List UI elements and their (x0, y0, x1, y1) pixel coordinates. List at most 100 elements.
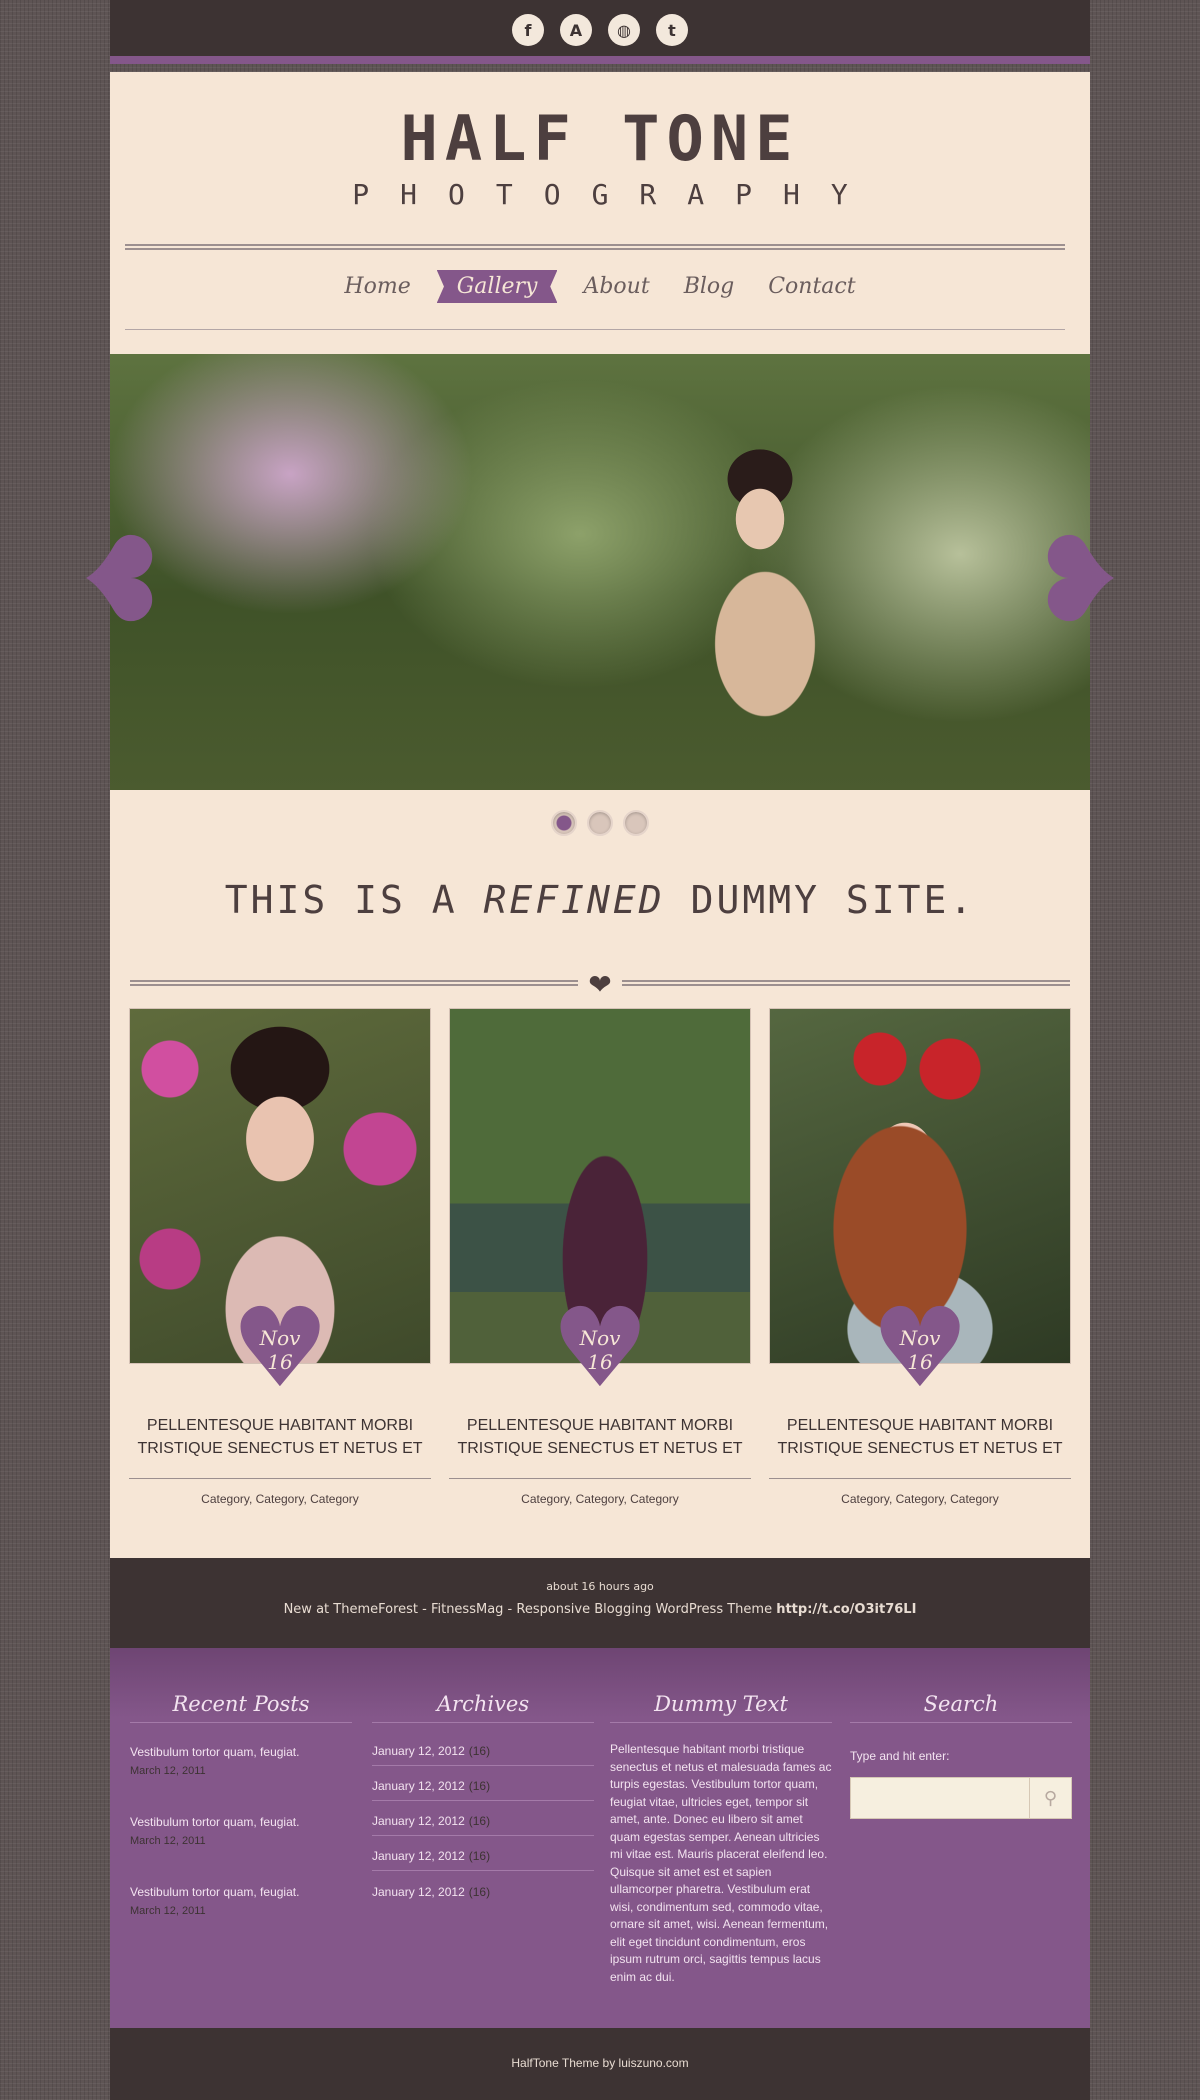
facebook-icon[interactable]: f (512, 14, 544, 46)
dribbble-icon[interactable]: ◍ (608, 14, 640, 46)
recent-post-item: Vestibulum tortor quam, feugiat. March 1… (130, 1885, 352, 1917)
archive-count: (16) (468, 1814, 491, 1828)
post-card: ♥ Nov 16 PELLENTESQUE HABITANT MORBI TRIS… (769, 1008, 1071, 1518)
widget-recent-posts: Recent Posts Vestibulum tortor quam, feu… (130, 1692, 352, 1917)
widget-title: Recent Posts (130, 1692, 352, 1723)
widget-dummy-text: Dummy Text Pellentesque habitant morbi t… (610, 1692, 832, 1986)
archive-date[interactable]: January 12, 2012 (372, 1814, 465, 1828)
social-links: f A ◍ t (110, 14, 1090, 46)
footer-widgets: Recent Posts Vestibulum tortor quam, feu… (110, 1648, 1090, 2028)
slider-dot-2[interactable] (587, 810, 613, 836)
tagline-after: DUMMY SITE. (664, 878, 976, 922)
post-title[interactable]: PELLENTESQUE HABITANT MORBI TRISTIQUE SE… (449, 1414, 751, 1460)
recent-post-date: March 12, 2011 (130, 1765, 206, 1777)
section-divider: ❤ (130, 968, 1070, 1001)
tweet-link[interactable]: http://t.co/O3it76LI (776, 1602, 916, 1617)
recent-post-title[interactable]: Vestibulum tortor quam, feugiat. (130, 1885, 352, 1899)
site-header: HALF TONE PHOTOGRAPHY Home Gallery About… (110, 72, 1090, 354)
recent-post-date: March 12, 2011 (130, 1835, 206, 1847)
post-card: ♥ Nov 16 PELLENTESQUE HABITANT MORBI TRIS… (129, 1008, 431, 1518)
post-title[interactable]: PELLENTESQUE HABITANT MORBI TRISTIQUE SE… (769, 1414, 1071, 1460)
archive-item[interactable]: January 12, 2012 (16) (372, 1801, 594, 1836)
archive-item[interactable]: January 12, 2012 (16) (372, 1871, 594, 1906)
recent-post-item: Vestibulum tortor quam, feugiat. March 1… (130, 1815, 352, 1847)
nav-about[interactable]: About (575, 270, 657, 303)
site-credits: HalfTone Theme by luiszuno.com (110, 2028, 1090, 2100)
archive-item[interactable]: January 12, 2012 (16) (372, 1766, 594, 1801)
nav-blog[interactable]: Blog (676, 270, 743, 303)
site-subtitle: PHOTOGRAPHY (352, 178, 879, 211)
archive-date[interactable]: January 12, 2012 (372, 1885, 465, 1899)
recent-post-item: Vestibulum tortor quam, feugiat. March 1… (130, 1745, 352, 1777)
post-date: Nov 16 (230, 1326, 330, 1374)
widget-title: Archives (372, 1692, 594, 1723)
archive-date[interactable]: January 12, 2012 (372, 1779, 465, 1793)
widget-search: Search Type and hit enter: ⚲ (850, 1692, 1072, 1819)
recent-post-title[interactable]: Vestibulum tortor quam, feugiat. (130, 1815, 352, 1829)
slider-dot-3[interactable] (623, 810, 649, 836)
header-rule (125, 244, 1065, 250)
page: f A ◍ t HALF TONE PHOTOGRAPHY Home Galle… (73, 0, 1127, 2100)
recent-post-title[interactable]: Vestibulum tortor quam, feugiat. (130, 1745, 352, 1759)
archive-date[interactable]: January 12, 2012 (372, 1849, 465, 1863)
deviantart-icon[interactable]: A (560, 14, 592, 46)
post-card: ♥ Nov 16 PELLENTESQUE HABITANT MORBI TRIS… (449, 1008, 751, 1518)
archive-item[interactable]: January 12, 2012 (16) (372, 1731, 594, 1766)
tagline-before: THIS IS A (224, 878, 484, 922)
post-title[interactable]: PELLENTESQUE HABITANT MORBI TRISTIQUE SE… (129, 1414, 431, 1460)
credits-text[interactable]: HalfTone Theme by luiszuno.com (110, 2056, 1090, 2070)
widget-archives: Archives January 12, 2012 (16) January 12… (372, 1692, 594, 1906)
slider-dot-1[interactable] (551, 810, 577, 836)
slider-dots (110, 810, 1090, 836)
main-nav: Home Gallery About Blog Contact (110, 270, 1090, 303)
tweet-text: New at ThemeForest - FitnessMag - Respon… (110, 1602, 1090, 1617)
search-input[interactable] (851, 1778, 1029, 1818)
nav-rule (125, 329, 1065, 330)
top-bar: f A ◍ t (110, 0, 1090, 64)
dummy-paragraph: Pellentesque habitant morbi tristique se… (610, 1742, 832, 1984)
post-rule (129, 1478, 431, 1479)
tweet-body: New at ThemeForest - FitnessMag - Respon… (283, 1602, 777, 1617)
post-date: Nov 16 (550, 1326, 650, 1374)
post-date: Nov 16 (870, 1326, 970, 1374)
post-date-month: Nov (259, 1326, 301, 1350)
widget-title: Search (850, 1692, 1072, 1723)
post-rule (449, 1478, 751, 1479)
tagline: THIS IS A REFINED DUMMY SITE. (110, 878, 1090, 922)
archive-count: (16) (468, 1779, 491, 1793)
archive-item[interactable]: January 12, 2012 (16) (372, 1836, 594, 1871)
post-categories[interactable]: Category, Category, Category (449, 1492, 751, 1506)
tagline-emphasis: REFINED (483, 878, 665, 922)
post-date-month: Nov (899, 1326, 941, 1350)
post-grid: ♥ Nov 16 PELLENTESQUE HABITANT MORBI TRIS… (129, 1008, 1071, 1518)
nav-gallery[interactable]: Gallery (436, 270, 558, 303)
slider-prev-heart-icon[interactable]: ❥ (73, 511, 172, 649)
divider-left-rule (130, 980, 578, 986)
main-content: THIS IS A REFINED DUMMY SITE. ❤ ♥ Nov 16 … (110, 790, 1090, 1560)
archive-date[interactable]: January 12, 2012 (372, 1744, 465, 1758)
nav-contact[interactable]: Contact (760, 270, 863, 303)
post-date-day: 16 (267, 1350, 293, 1374)
widget-title: Dummy Text (610, 1692, 832, 1723)
post-date-day: 16 (587, 1350, 613, 1374)
search-label: Type and hit enter: (850, 1749, 950, 1763)
hero-slide-image (110, 354, 1090, 790)
archive-count: (16) (468, 1884, 491, 1899)
divider-heart-icon: ❤ (588, 968, 612, 1001)
nav-home[interactable]: Home (336, 270, 418, 303)
slider-next-heart-icon[interactable]: ❥ (1028, 521, 1127, 639)
twitter-icon[interactable]: t (656, 14, 688, 46)
archive-count: (16) (468, 1744, 491, 1758)
post-date-month: Nov (579, 1326, 621, 1350)
divider-right-rule (622, 980, 1070, 986)
search-form: ⚲ (850, 1777, 1072, 1819)
post-categories[interactable]: Category, Category, Category (129, 1492, 431, 1506)
site-title[interactable]: HALF TONE (110, 102, 1090, 175)
archive-count: (16) (468, 1849, 491, 1863)
post-categories[interactable]: Category, Category, Category (769, 1492, 1071, 1506)
post-date-day: 16 (907, 1350, 933, 1374)
twitter-feed: about 16 hours ago New at ThemeForest - … (110, 1558, 1090, 1648)
recent-post-date: March 12, 2011 (130, 1905, 206, 1917)
tweet-time: about 16 hours ago (546, 1580, 654, 1593)
search-icon[interactable]: ⚲ (1029, 1778, 1071, 1818)
